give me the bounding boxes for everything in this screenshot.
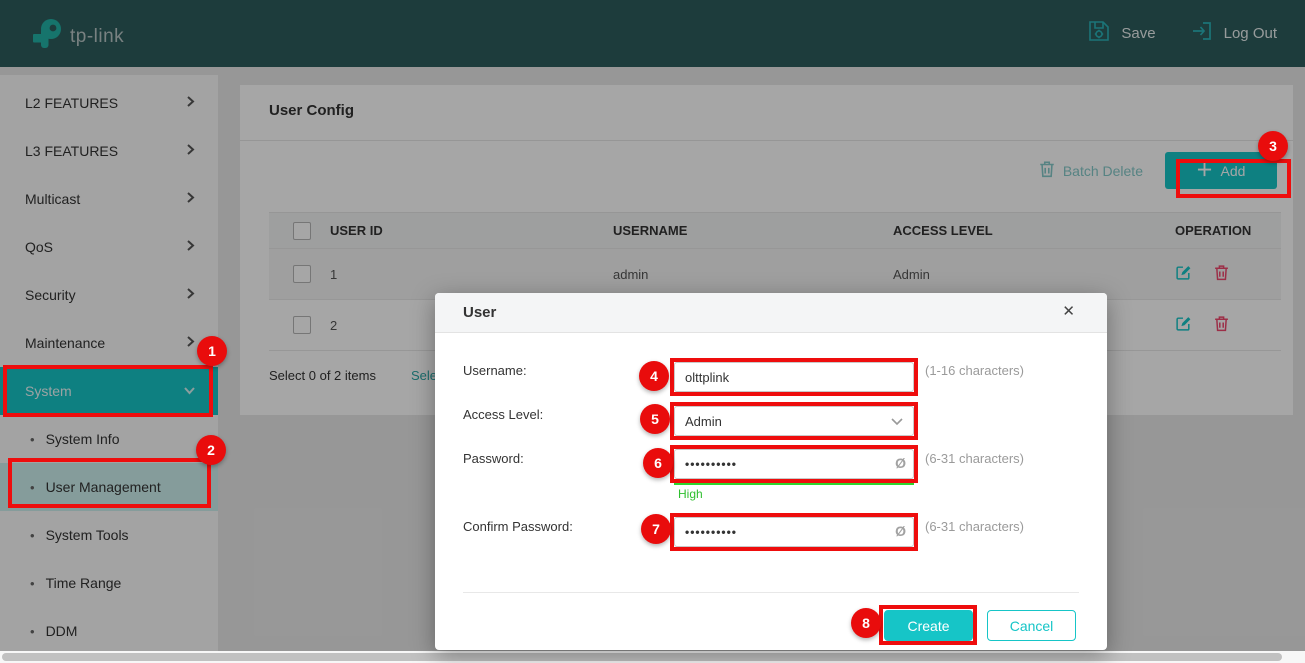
confirm-password-hint: (6-31 characters) (925, 519, 1024, 534)
user-modal: User ✕ Username: (1-16 characters) Acces… (435, 293, 1107, 650)
username-label: Username: (463, 363, 527, 378)
horizontal-scrollbar (0, 651, 1305, 663)
username-hint: (1-16 characters) (925, 363, 1024, 378)
modal-header: User ✕ (435, 293, 1107, 333)
create-button[interactable]: Create (884, 610, 973, 641)
password-label: Password: (463, 451, 524, 466)
chevron-down-icon (891, 414, 903, 429)
cancel-button[interactable]: Cancel (987, 610, 1076, 641)
password-hint: (6-31 characters) (925, 451, 1024, 466)
confirm-password-field-wrap: Ø (674, 517, 914, 547)
modal-title: User (463, 304, 496, 321)
app-window: tp-link Save (0, 0, 1305, 663)
password-strength-label: High (678, 487, 703, 501)
access-level-field-wrap: Admin (674, 406, 914, 436)
password-strength-bar (674, 482, 914, 485)
access-level-value: Admin (685, 414, 722, 429)
access-level-label: Access Level: (463, 407, 543, 422)
eye-off-icon[interactable]: Ø (895, 455, 906, 471)
password-field-wrap: Ø (674, 449, 914, 479)
scrollbar-thumb[interactable] (2, 653, 1282, 661)
close-icon[interactable]: ✕ (1062, 302, 1075, 320)
access-level-select[interactable]: Admin (674, 406, 914, 436)
divider (463, 592, 1079, 593)
eye-off-icon[interactable]: Ø (895, 523, 906, 539)
confirm-password-label: Confirm Password: (463, 519, 573, 534)
confirm-password-input[interactable] (674, 517, 914, 547)
username-input[interactable] (674, 362, 914, 392)
username-field-wrap (674, 362, 914, 392)
password-input[interactable] (674, 449, 914, 479)
